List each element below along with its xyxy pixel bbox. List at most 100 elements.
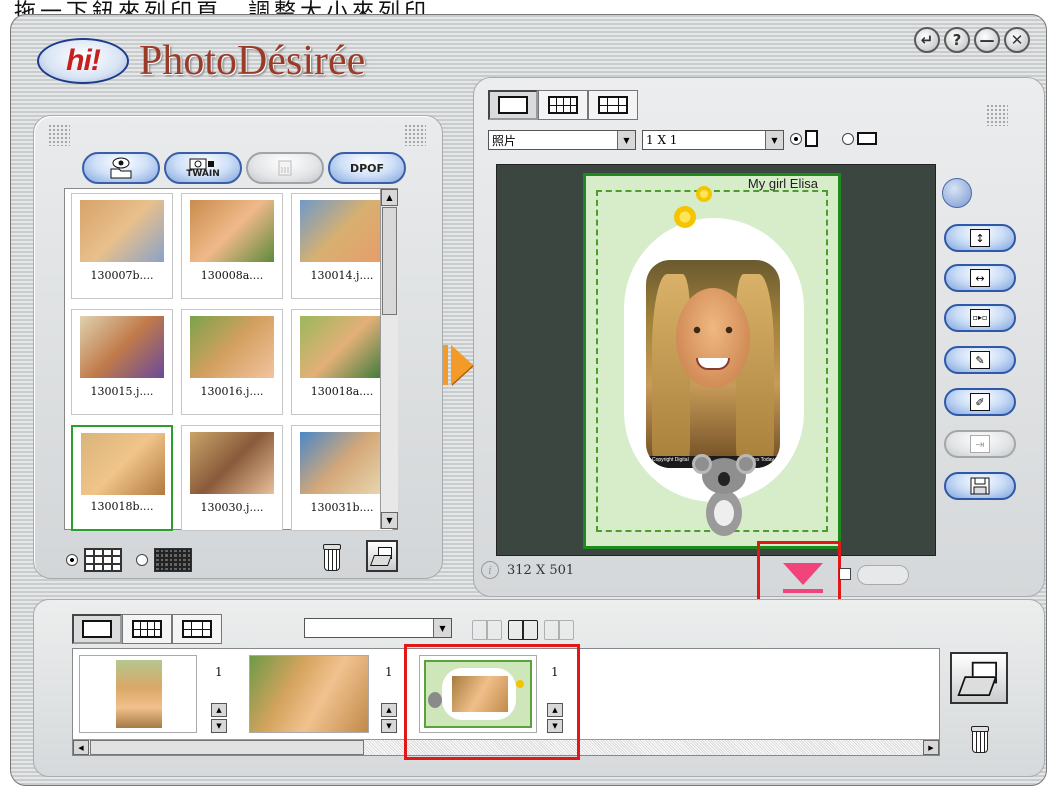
thumbnail-size-options xyxy=(66,548,192,572)
highlight-box xyxy=(404,644,580,760)
fit-width-button[interactable]: ↔ xyxy=(944,264,1016,292)
add-to-tray-arrow-icon[interactable] xyxy=(783,563,823,585)
scroll-down-button[interactable]: ▼ xyxy=(381,512,398,529)
thumbnail-list: 130007b.... 130008a.... 130014.j.... 130015… xyxy=(64,188,398,531)
brush-icon: ✐ xyxy=(970,393,990,411)
chevron-down-icon: ▼ xyxy=(617,131,635,149)
placed-photo[interactable]: Copyright Digital Families Today xyxy=(646,260,780,468)
tab-grid-layout[interactable] xyxy=(538,90,588,120)
disabled-pill-button[interactable] xyxy=(857,565,909,585)
image-dimensions: 312 X 501 xyxy=(507,562,575,578)
tab-film-layout[interactable] xyxy=(588,90,638,120)
tray-tab-film[interactable] xyxy=(172,614,222,644)
photo-thumbnail[interactable]: 130015.j.... xyxy=(71,309,173,415)
album-edit-icon[interactable] xyxy=(544,616,574,640)
thumbnail-caption: 130031b.... xyxy=(310,501,374,514)
grip-dots xyxy=(48,124,70,146)
thumbnail-caption: 130018a.... xyxy=(310,385,374,398)
thumbnail-image xyxy=(300,200,384,262)
minimize-button[interactable]: — xyxy=(974,27,1000,53)
scroll-thumb[interactable] xyxy=(90,740,364,755)
open-folder-button[interactable] xyxy=(82,152,160,184)
help-button[interactable]: ? xyxy=(944,27,970,53)
photo-thumbnail[interactable]: 130030.j.... xyxy=(181,425,283,531)
tray-item[interactable] xyxy=(79,655,197,733)
koala-decoration xyxy=(692,454,756,538)
help-tip-button[interactable]: ↵ xyxy=(914,27,940,53)
edit-text-button[interactable]: ✎ xyxy=(944,346,1016,374)
edit-effect-button[interactable]: ✐ xyxy=(944,388,1016,416)
photo-thumbnail[interactable]: 130018a.... xyxy=(291,309,393,415)
preview-info: i 312 X 501 xyxy=(481,561,574,579)
layout-select[interactable]: 1 X 1 ▼ xyxy=(642,130,784,150)
chevron-down-icon: ▼ xyxy=(433,619,451,637)
thumbnail-image xyxy=(80,200,164,262)
thumbnail-caption: 130018b.... xyxy=(90,500,154,513)
tray-item-count: 1 xyxy=(215,665,223,679)
count-stepper[interactable]: ▲ ▼ xyxy=(211,703,227,733)
album-icon[interactable] xyxy=(508,616,538,640)
tray-select[interactable]: ▼ xyxy=(304,618,452,638)
landscape-radio[interactable] xyxy=(842,132,854,145)
landscape-icon xyxy=(857,132,877,145)
tray-tab-grid[interactable] xyxy=(122,614,172,644)
add-to-tray-arrow-bar xyxy=(783,589,823,593)
print-selected-button[interactable] xyxy=(366,540,398,572)
portrait-radio[interactable] xyxy=(790,132,802,145)
tab-single-layout[interactable] xyxy=(488,90,538,120)
pencil-icon: ✎ xyxy=(970,351,990,369)
count-stepper[interactable]: ▲ ▼ xyxy=(381,703,397,733)
vertical-scrollbar[interactable]: ▲ ▼ xyxy=(380,189,398,529)
fit-height-button[interactable]: ↕ xyxy=(944,224,1016,252)
twain-button[interactable]: TWAIN xyxy=(164,152,242,184)
hi-logo-badge: hi! xyxy=(37,38,129,84)
close-button[interactable]: ✕ xyxy=(1004,27,1030,53)
album-open-icon[interactable] xyxy=(472,616,502,640)
export-button[interactable]: ⇥ xyxy=(944,430,1016,458)
small-grid-icon xyxy=(154,548,192,572)
chevron-down-icon: ▼ xyxy=(765,131,783,149)
photo-thumbnail[interactable]: 130008a.... xyxy=(181,193,283,299)
grid-toggle-icon[interactable] xyxy=(942,178,972,208)
eye-folder-icon xyxy=(110,157,132,179)
single-page-icon xyxy=(498,96,528,114)
paper-type-select[interactable]: 照片 ▼ xyxy=(488,130,636,150)
scroll-up-button[interactable]: ▲ xyxy=(381,189,398,206)
photo-thumbnail[interactable]: 130007b.... xyxy=(71,193,173,299)
flower-decoration xyxy=(674,206,696,228)
trash-icon[interactable] xyxy=(970,726,989,753)
small-thumbs-radio[interactable] xyxy=(136,554,148,566)
tray-checkbox[interactable] xyxy=(839,568,851,580)
photo-thumbnail[interactable]: 130031b.... xyxy=(291,425,393,531)
thumbnail-image xyxy=(300,432,384,494)
photo-thumbnail[interactable]: 130018b.... xyxy=(71,425,173,531)
trash-icon[interactable] xyxy=(322,544,341,571)
print-page[interactable]: My girl Elisa Copyright Digital Families… xyxy=(583,173,841,549)
landscape-option[interactable] xyxy=(842,132,877,145)
tray-item[interactable] xyxy=(249,655,369,733)
scroll-left-button[interactable]: ◀ xyxy=(73,740,89,755)
tray-tab-single[interactable] xyxy=(72,614,122,644)
save-button[interactable] xyxy=(944,472,1016,500)
info-icon: i xyxy=(481,561,499,579)
album-icons xyxy=(472,616,574,640)
layout-value: 1 X 1 xyxy=(646,133,678,147)
thumbnail-caption: 130016.j.... xyxy=(200,385,264,398)
layout-tabs xyxy=(488,90,638,120)
add-to-page-arrow-icon[interactable] xyxy=(451,345,473,385)
scroll-right-button[interactable]: ▶ xyxy=(923,740,939,755)
tray-layout-tabs xyxy=(72,614,222,644)
floppy-icon xyxy=(970,477,990,495)
print-button[interactable] xyxy=(950,652,1008,704)
photo-thumbnail[interactable]: 130014.j.... xyxy=(291,193,393,299)
fit-both-button[interactable]: ▫▸▫ xyxy=(944,304,1016,332)
grid-layout-icon xyxy=(132,620,162,638)
photo-thumbnail[interactable]: 130016.j.... xyxy=(181,309,283,415)
large-thumbs-radio[interactable] xyxy=(66,554,78,566)
disabled-source-button[interactable] xyxy=(246,152,324,184)
portrait-option[interactable] xyxy=(790,130,818,147)
dpof-button[interactable]: DPOF xyxy=(328,152,406,184)
scroll-thumb[interactable] xyxy=(382,207,397,315)
thumbnail-grid: 130007b.... 130008a.... 130014.j.... 130015… xyxy=(71,193,393,537)
copyright-text: Copyright Digital xyxy=(652,457,689,463)
